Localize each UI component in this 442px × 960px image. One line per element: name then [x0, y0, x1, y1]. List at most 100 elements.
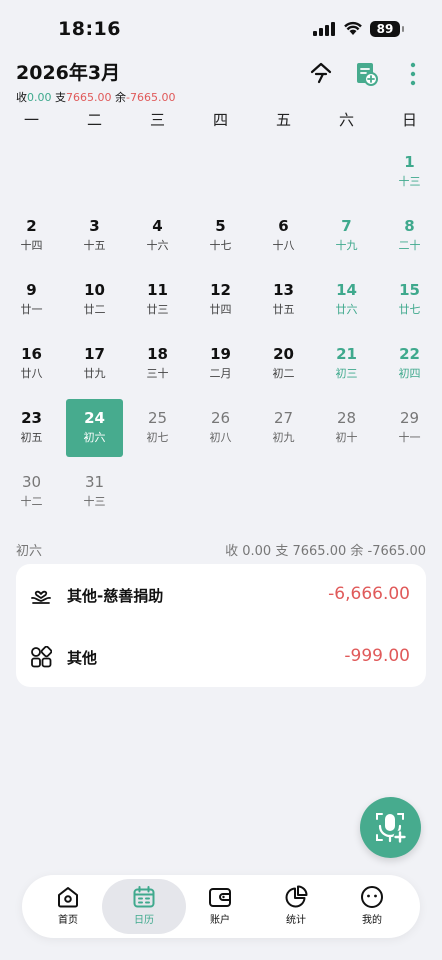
record-row[interactable]: 其他 -999.00	[16, 626, 426, 688]
day-number: 22	[399, 345, 420, 363]
weekday-sun: 日	[401, 111, 417, 129]
calendar-day[interactable]: 1 十三	[381, 143, 438, 201]
day-number: 14	[336, 281, 357, 299]
calendar-day[interactable]: 11 廿三	[129, 271, 186, 329]
lunar-date: 十三	[398, 175, 421, 188]
calendar-day[interactable]: 4 十六	[129, 207, 186, 265]
record-row[interactable]: 其他-慈善捐助 -6,666.00	[16, 564, 426, 626]
calendar-day[interactable]: 14 廿六	[318, 271, 375, 329]
calendar-day[interactable]: 30 十二	[3, 463, 60, 521]
calendar-day[interactable]: 26 初八	[192, 399, 249, 457]
day-number: 13	[273, 281, 294, 299]
calendar-day-selected[interactable]: 24 初六	[66, 399, 123, 457]
calendar-day[interactable]: 19 二月	[192, 335, 249, 393]
lunar-date: 三十	[146, 367, 169, 380]
day-number: 3	[89, 217, 100, 235]
day-balance: -7665.00	[367, 544, 426, 559]
day-expense: 7665.00	[292, 544, 347, 559]
lunar-date: 二十	[398, 239, 421, 252]
calendar-day[interactable]: 18 三十	[129, 335, 186, 393]
voice-add-button[interactable]	[360, 797, 421, 858]
day-number: 21	[336, 345, 357, 363]
calendar-day[interactable]: 31 十三	[66, 463, 123, 521]
calendar-day[interactable]: 23 初五	[3, 399, 60, 457]
lunar-date: 十一	[398, 431, 421, 444]
calendar-day[interactable]: 17 廿九	[66, 335, 123, 393]
calendar-grid: 1 十三 2 十四 3 十五 4 十六 5 十七 6 十八 7 十九 8 二十 9 廿一 10 廿二 11 廿三 12 廿四 1…	[0, 140, 442, 524]
calendar-day[interactable]: 21 初三	[318, 335, 375, 393]
calendar-day[interactable]: 13 廿五	[255, 271, 312, 329]
weekday-sat: 六	[338, 111, 354, 129]
tab-label: 账户	[210, 915, 230, 926]
add-note-icon[interactable]	[356, 62, 378, 86]
day-number: 27	[273, 409, 294, 427]
calendar-icon	[133, 886, 155, 908]
lunar-date: 十九	[335, 239, 358, 252]
lunar-date: 廿一	[20, 303, 43, 316]
lunar-date: 初七	[146, 431, 169, 444]
selected-day-lunar: 初六	[16, 544, 43, 559]
lunar-date: 初八	[209, 431, 232, 444]
tab-statistics[interactable]: 统计	[254, 879, 338, 934]
tab-calendar[interactable]: 日历	[102, 879, 186, 934]
calendar-day[interactable]: 29 十一	[381, 399, 438, 457]
calendar-day[interactable]: 5 十七	[192, 207, 249, 265]
today-icon[interactable]	[310, 62, 332, 84]
day-number: 10	[84, 281, 105, 299]
day-number: 11	[147, 281, 168, 299]
weekday-fri: 五	[275, 111, 291, 129]
month-income: 0.00	[27, 91, 52, 104]
day-number: 23	[21, 409, 42, 427]
day-number: 5	[215, 217, 226, 235]
calendar-day[interactable]: 27 初九	[255, 399, 312, 457]
day-number: 18	[147, 345, 168, 363]
lunar-date: 十四	[20, 239, 43, 252]
calendar-day[interactable]: 12 廿四	[192, 271, 249, 329]
calendar-day[interactable]: 20 初二	[255, 335, 312, 393]
month-expense: 7665.00	[66, 91, 112, 104]
calendar-day[interactable]: 15 廿七	[381, 271, 438, 329]
month-balance-label: 余	[115, 91, 126, 104]
lunar-date: 廿九	[83, 367, 106, 380]
calendar-day[interactable]: 25 初七	[129, 399, 186, 457]
day-expense-label: 支	[275, 544, 289, 559]
calendar-day[interactable]: 10 廿二	[66, 271, 123, 329]
day-number: 30	[21, 473, 42, 491]
more-icon[interactable]	[408, 62, 418, 86]
signal-icon	[313, 22, 335, 36]
day-income-label: 收	[225, 544, 239, 559]
home-icon	[58, 887, 78, 908]
tab-account[interactable]: 账户	[178, 879, 262, 934]
lunar-date: 二月	[209, 367, 232, 380]
calendar-day[interactable]: 6 十八	[255, 207, 312, 265]
calendar-day[interactable]: 7 十九	[318, 207, 375, 265]
day-number: 20	[273, 345, 294, 363]
lunar-date: 廿三	[146, 303, 169, 316]
records-card: 其他-慈善捐助 -6,666.00 其他 -999.00	[16, 564, 426, 687]
wallet-icon	[209, 888, 231, 907]
lunar-date: 廿五	[272, 303, 295, 316]
day-number: 19	[210, 345, 231, 363]
calendar-day[interactable]: 2 十四	[3, 207, 60, 265]
day-number: 8	[404, 217, 415, 235]
lunar-date: 廿七	[398, 303, 421, 316]
calendar-day[interactable]: 22 初四	[381, 335, 438, 393]
calendar-day[interactable]: 16 廿八	[3, 335, 60, 393]
record-amount: -999.00	[344, 646, 410, 666]
pie-chart-icon	[285, 885, 308, 908]
lunar-date: 初九	[272, 431, 295, 444]
day-number: 31	[84, 473, 105, 491]
tab-label: 统计	[286, 915, 306, 926]
calendar-day[interactable]: 3 十五	[66, 207, 123, 265]
calendar-day[interactable]: 9 廿一	[3, 271, 60, 329]
tab-profile[interactable]: 我的	[330, 879, 414, 934]
tab-label: 首页	[58, 915, 78, 926]
calendar-day[interactable]: 8 二十	[381, 207, 438, 265]
month-title[interactable]: 2026年3月	[16, 58, 120, 85]
status-time: 18:16	[58, 18, 121, 40]
tab-home[interactable]: 首页	[26, 879, 110, 934]
bottom-tab-bar: 首页 日历 账户 统计 我的	[22, 875, 420, 938]
profile-face-icon	[361, 886, 383, 908]
category-grid-icon	[31, 646, 52, 668]
calendar-day[interactable]: 28 初十	[318, 399, 375, 457]
